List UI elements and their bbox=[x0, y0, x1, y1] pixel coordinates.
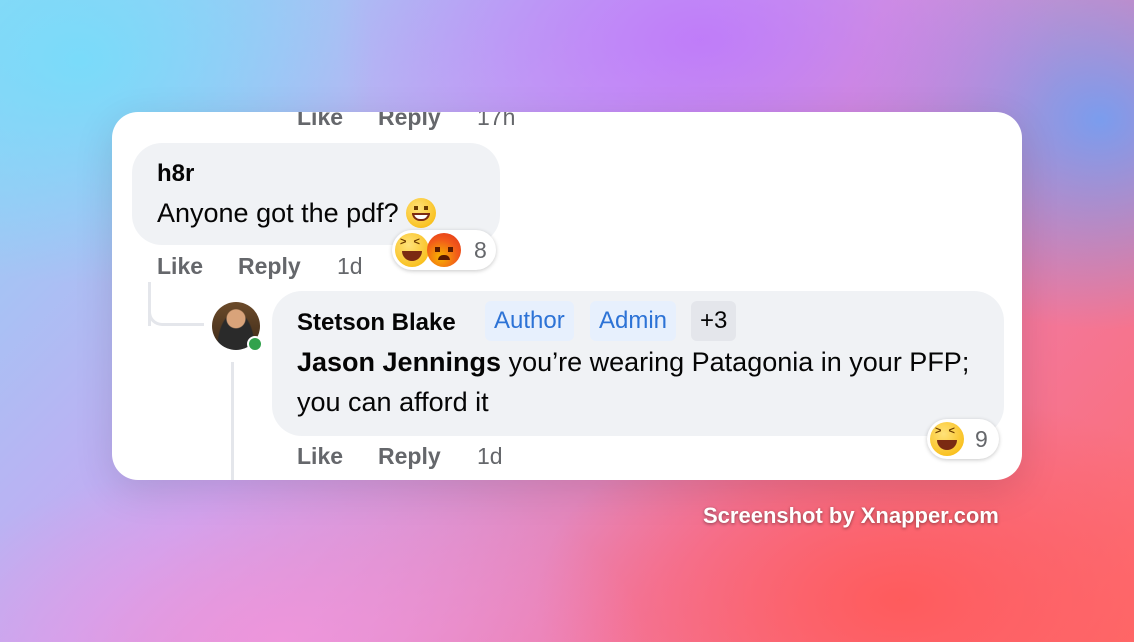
reaction-summary[interactable]: 9 bbox=[927, 419, 999, 459]
comment-text-row: Anyone got the pdf? bbox=[157, 193, 437, 233]
author-badge[interactable]: Author bbox=[485, 301, 574, 341]
comment-timestamp: 1d bbox=[477, 443, 503, 469]
reply-button[interactable]: Reply bbox=[378, 112, 441, 131]
reply-button[interactable]: Reply bbox=[378, 443, 441, 470]
thread-connector-curve bbox=[148, 282, 204, 326]
like-button[interactable]: Like bbox=[297, 112, 343, 131]
comment-text: Anyone got the pdf? bbox=[157, 198, 399, 228]
watermark: Screenshot by Xnapper.com bbox=[703, 503, 999, 528]
reply-bubble: Stetson Blake Author Admin +3 Jason Jenn… bbox=[272, 291, 1004, 436]
online-status-dot bbox=[247, 336, 263, 352]
comment-text-row: Jason Jennings you’re wearing Patagonia … bbox=[297, 342, 987, 422]
comment-author[interactable]: h8r bbox=[157, 160, 194, 188]
reaction-count: 9 bbox=[975, 426, 988, 452]
admin-badge[interactable]: Admin bbox=[590, 301, 677, 341]
reply-button[interactable]: Reply bbox=[238, 253, 301, 280]
comment-author[interactable]: Stetson Blake bbox=[297, 309, 456, 337]
like-button[interactable]: Like bbox=[297, 443, 343, 470]
comment-thread-card: Like Reply 17h h8r Anyone got the pdf? 8… bbox=[112, 112, 1022, 480]
reaction-count: 8 bbox=[474, 237, 487, 263]
grinning-face-icon bbox=[406, 198, 437, 228]
comment-timestamp: 17h bbox=[477, 112, 516, 130]
reaction-summary[interactable]: 8 bbox=[392, 230, 496, 270]
laughing-face-icon bbox=[395, 233, 429, 267]
like-button[interactable]: Like bbox=[157, 253, 203, 280]
comment-timestamp: 1d bbox=[337, 253, 363, 279]
mention-link[interactable]: Jason Jennings bbox=[297, 347, 501, 377]
more-badges[interactable]: +3 bbox=[691, 301, 737, 341]
avatar[interactable] bbox=[212, 302, 263, 352]
laughing-face-icon bbox=[930, 422, 964, 456]
reply-connector-line bbox=[231, 362, 234, 480]
angry-face-icon bbox=[427, 233, 461, 267]
